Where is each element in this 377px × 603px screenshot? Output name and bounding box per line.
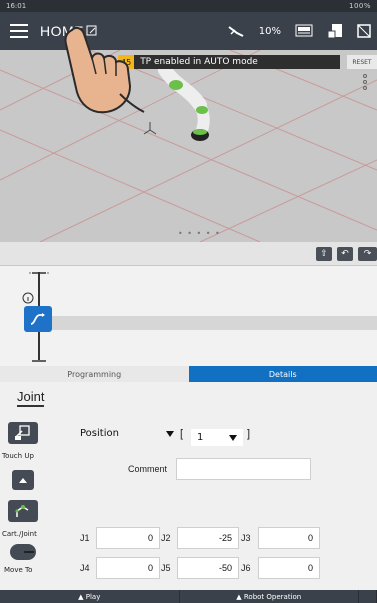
status-bar: 16:01 100% <box>0 0 377 12</box>
move-to-label: Move To <box>4 566 33 574</box>
timeline-track <box>40 316 377 330</box>
comment-field[interactable] <box>176 458 311 480</box>
app-frame: 16:01 100% HOME 10% 45 TP enabled in AUT… <box>0 0 377 603</box>
battery-indicator: 100% <box>348 2 371 10</box>
tab-details[interactable]: Details <box>188 366 377 382</box>
top-icons: 10% <box>227 12 377 50</box>
tab-programming[interactable]: Programming <box>0 366 189 382</box>
comment-label: Comment <box>128 464 168 474</box>
speed-percent[interactable]: 10% <box>259 26 281 37</box>
mode-banner: 45 TP enabled in AUTO mode <box>118 55 340 69</box>
collapse-button[interactable] <box>12 470 34 490</box>
section-title: Joint <box>17 389 45 407</box>
tool-icon[interactable] <box>227 24 245 38</box>
index-select-value: 1 <box>197 432 204 443</box>
reset-button[interactable]: RESET <box>347 55 377 69</box>
info-icon[interactable] <box>22 292 34 304</box>
robot-3d-viewport[interactable]: 45 TP enabled in AUTO mode RESET • • • •… <box>0 50 377 242</box>
pointing-hand-icon <box>64 26 145 114</box>
open-bracket: [ <box>180 428 184 440</box>
joint-input-j2[interactable]: -25 <box>177 527 239 549</box>
menu-icon[interactable] <box>0 12 36 50</box>
move-node-icon[interactable] <box>24 306 52 332</box>
index-select[interactable]: 1 <box>191 429 243 446</box>
undo-icon[interactable]: ↶ <box>337 247 353 261</box>
position-select-value: Position <box>80 428 119 439</box>
move-to-icon[interactable] <box>10 544 36 560</box>
touch-up-label: Touch Up <box>2 452 34 460</box>
joint-label-j2: J2 <box>161 533 171 543</box>
kebab-menu-icon[interactable] <box>363 74 367 90</box>
joint-input-j4[interactable]: 0 <box>96 557 160 579</box>
joint-label-j1: J1 <box>80 533 90 543</box>
program-timeline[interactable] <box>0 266 377 366</box>
chevron-down-icon <box>166 430 174 437</box>
position-select[interactable]: Position <box>80 428 174 439</box>
joint-input-j1[interactable]: 0 <box>96 527 160 549</box>
banner-text: TP enabled in AUTO mode <box>140 57 258 67</box>
speed-icon[interactable] <box>295 24 313 38</box>
upload-icon[interactable]: ⇧ <box>316 247 332 261</box>
status-time: 16:01 <box>6 2 27 10</box>
floor-grid <box>0 50 377 242</box>
chevron-down-icon <box>229 434 237 441</box>
timeline-end-icon <box>32 360 46 362</box>
play-button[interactable]: ▲ Play <box>0 590 180 603</box>
robot-operation-button[interactable]: ▲ Robot Operation <box>180 590 359 603</box>
monitor-icon[interactable] <box>357 23 371 39</box>
bottom-bar: ▲ Play ▲ Robot Operation <box>0 590 377 603</box>
details-panel: Joint Touch Up Cart./Joint Move To Posit… <box>0 382 377 590</box>
teach-pendant-icon[interactable] <box>327 23 343 39</box>
joint-label-j3: J3 <box>241 533 251 543</box>
timeline-start-icon <box>29 272 49 274</box>
touch-up-icon[interactable] <box>8 422 38 444</box>
screenshot-icon[interactable] <box>359 590 377 603</box>
top-app-bar: HOME 10% <box>0 12 377 50</box>
joint-input-j6[interactable]: 0 <box>258 557 320 579</box>
cart-joint-label: Cart./Joint <box>2 530 37 538</box>
joint-label-j5: J5 <box>161 563 171 573</box>
drag-handle[interactable]: • • • • • <box>178 229 221 238</box>
joint-label-j4: J4 <box>80 563 90 573</box>
origin-axes-icon <box>143 122 157 135</box>
panel-tabs: Programming Details <box>0 366 377 382</box>
joint-label-j6: J6 <box>241 563 251 573</box>
cart-joint-icon[interactable] <box>8 500 38 522</box>
close-bracket: ] <box>247 428 251 440</box>
robot-arm[interactable] <box>158 63 210 141</box>
joint-input-j5[interactable]: -50 <box>177 557 239 579</box>
joint-input-j3[interactable]: 0 <box>258 527 320 549</box>
timeline-toolbar: ⇧ ↶ ↷ <box>0 242 377 266</box>
redo-icon[interactable]: ↷ <box>358 247 377 261</box>
